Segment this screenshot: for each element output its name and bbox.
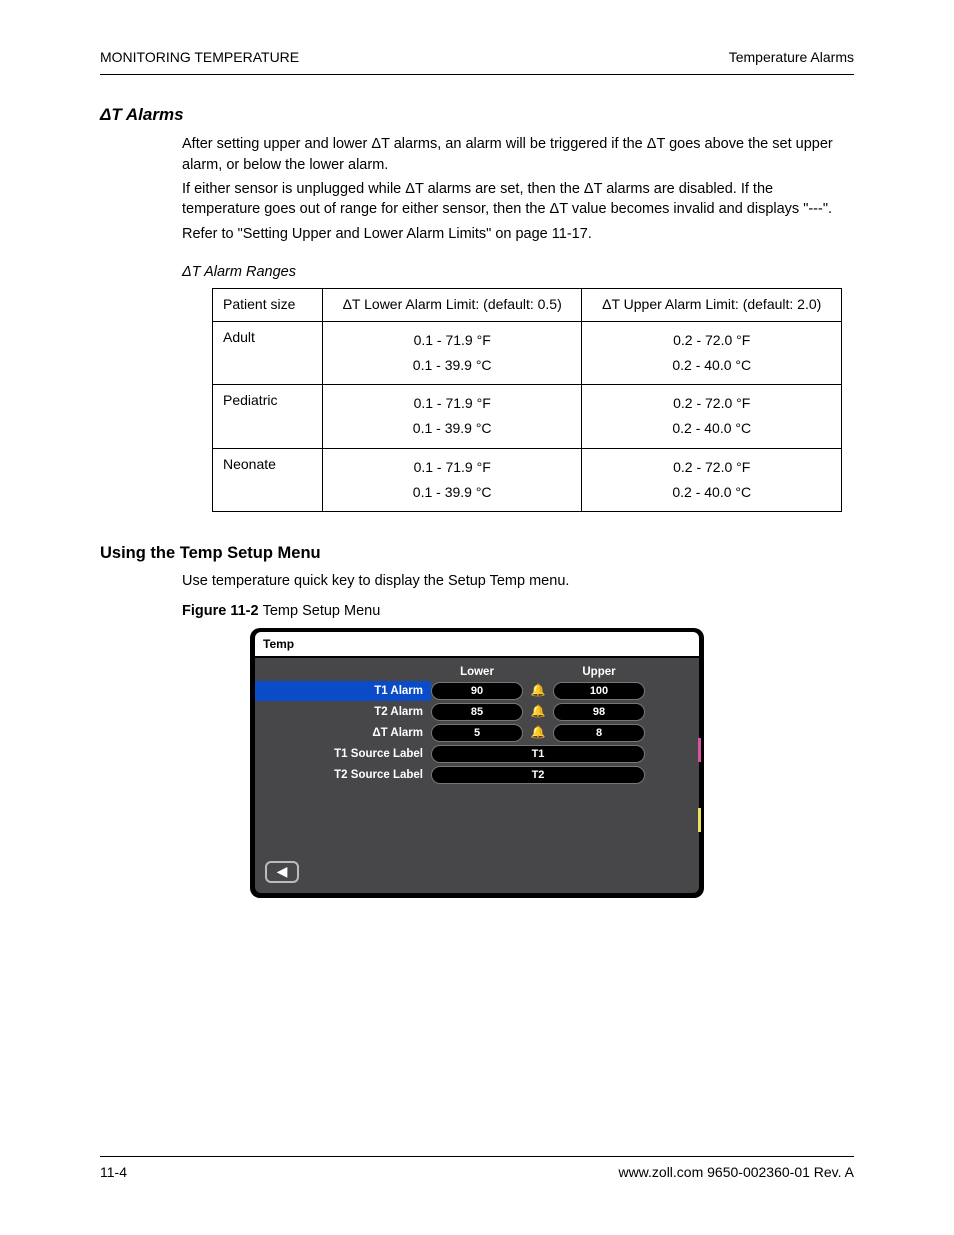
dt-alarm-upper[interactable]: 8 [553, 724, 645, 742]
ranges-th-lower: ΔT Lower Alarm Limit: (default: 0.5) [322, 289, 582, 322]
t2-source-value[interactable]: T2 [431, 766, 645, 784]
ranges-title: ΔT Alarm Ranges [182, 262, 854, 282]
figure-label: Figure 11-2 [182, 603, 259, 619]
t1-alarm-lower[interactable]: 90 [431, 682, 523, 700]
doc-header-right: Temperature Alarms [729, 48, 854, 68]
ranges-row3-label: Neonate [213, 448, 323, 511]
row-t2-alarm-label[interactable]: T2 Alarm [255, 704, 431, 720]
ranges-row2-label: Pediatric [213, 385, 323, 448]
ranges-row1-lower-line1: 0.1 - 71.9 °F [333, 328, 572, 353]
footer-pageno: 11-4 [100, 1163, 127, 1183]
t2-alarm-lower[interactable]: 85 [431, 703, 523, 721]
edge-marker-yellow [698, 808, 701, 832]
t1-source-value[interactable]: T1 [431, 745, 645, 763]
col-header-lower: Lower [431, 664, 523, 680]
doc-header-left: MONITORING TEMPERATURE [100, 48, 299, 68]
tab-temp[interactable]: Temp [255, 632, 699, 656]
col-header-upper: Upper [553, 664, 645, 680]
edge-marker-pink [698, 738, 701, 762]
ranges-row2-lower-line2: 0.1 - 39.9 °C [333, 416, 572, 441]
ranges-th-patient-size: Patient size [213, 289, 323, 322]
ranges-table: Patient size ΔT Lower Alarm Limit: (defa… [212, 288, 842, 512]
ranges-row1-upper-line1: 0.2 - 72.0 °F [592, 328, 831, 353]
ranges-row3-lower-line2: 0.1 - 39.9 °C [333, 480, 572, 505]
row-t1-alarm-label[interactable]: T1 Alarm [255, 681, 431, 701]
row-t2-source-label[interactable]: T2 Source Label [255, 767, 431, 783]
ranges-row2-upper-line2: 0.2 - 40.0 °C [592, 416, 831, 441]
t1-alarm-upper[interactable]: 100 [553, 682, 645, 700]
ranges-row3-upper-line2: 0.2 - 40.0 °C [592, 480, 831, 505]
row-t1-source-label[interactable]: T1 Source Label [255, 746, 431, 762]
figure-caption: Temp Setup Menu [263, 603, 381, 619]
dt-paragraph-2: If either sensor is unplugged while ΔT a… [182, 179, 854, 220]
ranges-row1-lower-line2: 0.1 - 39.9 °C [333, 353, 572, 378]
ranges-row3-upper-line1: 0.2 - 72.0 °F [592, 455, 831, 480]
arrow-left-icon: ◀ [277, 862, 288, 882]
bell-icon[interactable]: 🔔 [523, 724, 553, 741]
ranges-row3-lower-line1: 0.1 - 71.9 °F [333, 455, 572, 480]
ranges-row2-lower-line1: 0.1 - 71.9 °F [333, 391, 572, 416]
setup-para: Use temperature quick key to display the… [182, 571, 854, 591]
ranges-row2-upper-line1: 0.2 - 72.0 °F [592, 391, 831, 416]
section-title-dt-alarms: ΔT Alarms [100, 103, 854, 127]
setup-menu-title: Using the Temp Setup Menu [100, 542, 854, 565]
bell-icon[interactable]: 🔔 [523, 703, 553, 720]
header-rule [100, 74, 854, 75]
footer-docid: www.zoll.com 9650-002360-01 Rev. A [618, 1163, 854, 1183]
back-button[interactable]: ◀ [265, 861, 299, 883]
temp-setup-screenshot: Temp Lower Upper T1 Alarm 90 🔔 100 T2 Al… [250, 628, 704, 898]
dt-paragraph-1: After setting upper and lower ΔT alarms,… [182, 134, 854, 175]
ranges-row1-label: Adult [213, 321, 323, 384]
ranges-th-upper: ΔT Upper Alarm Limit: (default: 2.0) [582, 289, 842, 322]
bell-icon[interactable]: 🔔 [523, 682, 553, 699]
dt-paragraph-3: Refer to "Setting Upper and Lower Alarm … [182, 224, 854, 244]
row-dt-alarm-label[interactable]: ΔT Alarm [255, 725, 431, 741]
t2-alarm-upper[interactable]: 98 [553, 703, 645, 721]
ranges-row1-upper-line2: 0.2 - 40.0 °C [592, 353, 831, 378]
dt-alarm-lower[interactable]: 5 [431, 724, 523, 742]
